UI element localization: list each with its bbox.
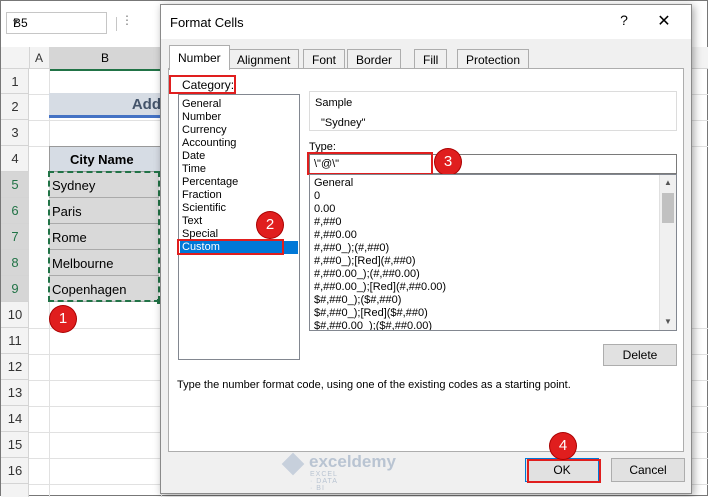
row-header[interactable]: 8: [1, 250, 29, 276]
delete-button[interactable]: Delete: [603, 344, 677, 366]
row-header[interactable]: 1: [1, 69, 29, 94]
row-header[interactable]: 13: [1, 380, 29, 406]
dialog-title: Format Cells: [170, 15, 244, 30]
callout-1: 1: [50, 306, 76, 332]
category-item[interactable]: Fraction: [180, 189, 298, 202]
row-header[interactable]: 9: [1, 276, 29, 302]
highlight-box: [307, 152, 433, 175]
hint-text: Type the number format code, using one o…: [177, 379, 571, 391]
type-item[interactable]: General: [314, 177, 353, 190]
tab-font[interactable]: Font: [303, 49, 346, 69]
sheet-title: Add: [131, 96, 161, 113]
type-item[interactable]: #,##0_);[Red](#,##0): [314, 255, 416, 268]
category-item[interactable]: Percentage: [180, 176, 298, 189]
type-item[interactable]: #,##0: [314, 216, 342, 229]
row-header[interactable]: 7: [1, 224, 29, 250]
callout-2: 2: [257, 212, 283, 238]
row-header[interactable]: 10: [1, 302, 29, 328]
help-button[interactable]: ?: [613, 12, 635, 32]
type-item[interactable]: $#,##0.00_);($#,##0.00): [314, 320, 432, 330]
name-box[interactable]: B5 ▾: [6, 12, 107, 34]
row-header[interactable]: 4: [1, 146, 29, 172]
selection-range-outline: [48, 171, 160, 302]
category-item[interactable]: Scientific: [180, 202, 298, 215]
watermark-tagline: EXCEL · DATA · BI: [310, 471, 338, 492]
row-header[interactable]: 16: [1, 458, 29, 484]
type-item[interactable]: 0: [314, 190, 320, 203]
type-item[interactable]: #,##0.00_);[Red](#,##0.00): [314, 281, 446, 294]
number-tab-panel: Category: General Number Currency Accoun…: [168, 68, 684, 452]
type-item[interactable]: #,##0.00_);(#,##0.00): [314, 268, 420, 281]
row-header[interactable]: 12: [1, 354, 29, 380]
row-header[interactable]: 2: [1, 94, 29, 120]
category-item[interactable]: Currency: [180, 124, 298, 137]
dialog-titlebar[interactable]: Format Cells ? ✕: [161, 5, 691, 39]
highlight-box: [177, 239, 284, 255]
type-item[interactable]: $#,##0_);[Red]($#,##0): [314, 307, 428, 320]
formula-bar-dots-icon: ⋮: [121, 13, 133, 27]
type-item[interactable]: #,##0.00: [314, 229, 357, 242]
formula-bar-separator: [116, 17, 117, 31]
category-item[interactable]: Number: [180, 111, 298, 124]
cancel-button[interactable]: Cancel: [611, 458, 685, 482]
category-item[interactable]: Accounting: [180, 137, 298, 150]
tab-fill[interactable]: Fill: [414, 49, 448, 69]
tab-protection[interactable]: Protection: [457, 49, 530, 69]
row-header[interactable]: 3: [1, 120, 29, 146]
row-header[interactable]: 15: [1, 432, 29, 458]
type-item[interactable]: 0.00: [314, 203, 335, 216]
category-item[interactable]: Time: [180, 163, 298, 176]
sheet-title-cell[interactable]: Add: [49, 93, 161, 118]
tab-bar: Number Alignment Font Border Fill Protec…: [161, 39, 691, 70]
callout-4: 4: [550, 433, 576, 459]
type-list-scrollbar[interactable]: ▲ ▼: [659, 175, 676, 330]
type-item[interactable]: $#,##0_);($#,##0): [314, 294, 401, 307]
row-header[interactable]: 11: [1, 328, 29, 354]
sample-label: Sample: [315, 97, 353, 109]
watermark-brand: exceldemy: [309, 452, 396, 471]
tab-border[interactable]: Border: [347, 49, 402, 69]
column-header-b[interactable]: B: [49, 47, 162, 71]
scroll-thumb[interactable]: [662, 193, 674, 223]
format-cells-dialog: Format Cells ? ✕ Number Alignment Font B…: [160, 4, 692, 494]
tab-alignment[interactable]: Alignment: [228, 49, 300, 69]
chevron-down-icon[interactable]: ▾: [13, 17, 101, 28]
highlight-box: [527, 459, 601, 483]
scroll-down-icon[interactable]: ▼: [660, 315, 676, 329]
type-item[interactable]: #,##0_);(#,##0): [314, 242, 389, 255]
scroll-up-icon[interactable]: ▲: [660, 176, 676, 190]
city-name-header-cell[interactable]: City Name: [49, 146, 161, 172]
close-button[interactable]: ✕: [649, 11, 679, 33]
category-item[interactable]: Date: [180, 150, 298, 163]
row-headers: 1 2 3 4 5 6 7 8 9 10 11 12 13 14 15 16: [1, 69, 29, 497]
row-header[interactable]: 14: [1, 406, 29, 432]
category-item[interactable]: General: [180, 98, 298, 111]
select-all-corner[interactable]: [1, 47, 30, 69]
highlight-box: [169, 75, 236, 94]
sample-value: "Sydney": [321, 117, 366, 129]
column-header-a[interactable]: A: [29, 47, 50, 69]
watermark-logo-icon: [281, 452, 305, 476]
tab-number[interactable]: Number: [169, 45, 230, 70]
row-header[interactable]: 6: [1, 198, 29, 224]
type-list[interactable]: General 0 0.00 #,##0 #,##0.00 #,##0_);(#…: [309, 174, 677, 331]
row-header[interactable]: 5: [1, 172, 29, 198]
city-name-header: City Name: [70, 152, 134, 167]
callout-3: 3: [435, 149, 461, 175]
